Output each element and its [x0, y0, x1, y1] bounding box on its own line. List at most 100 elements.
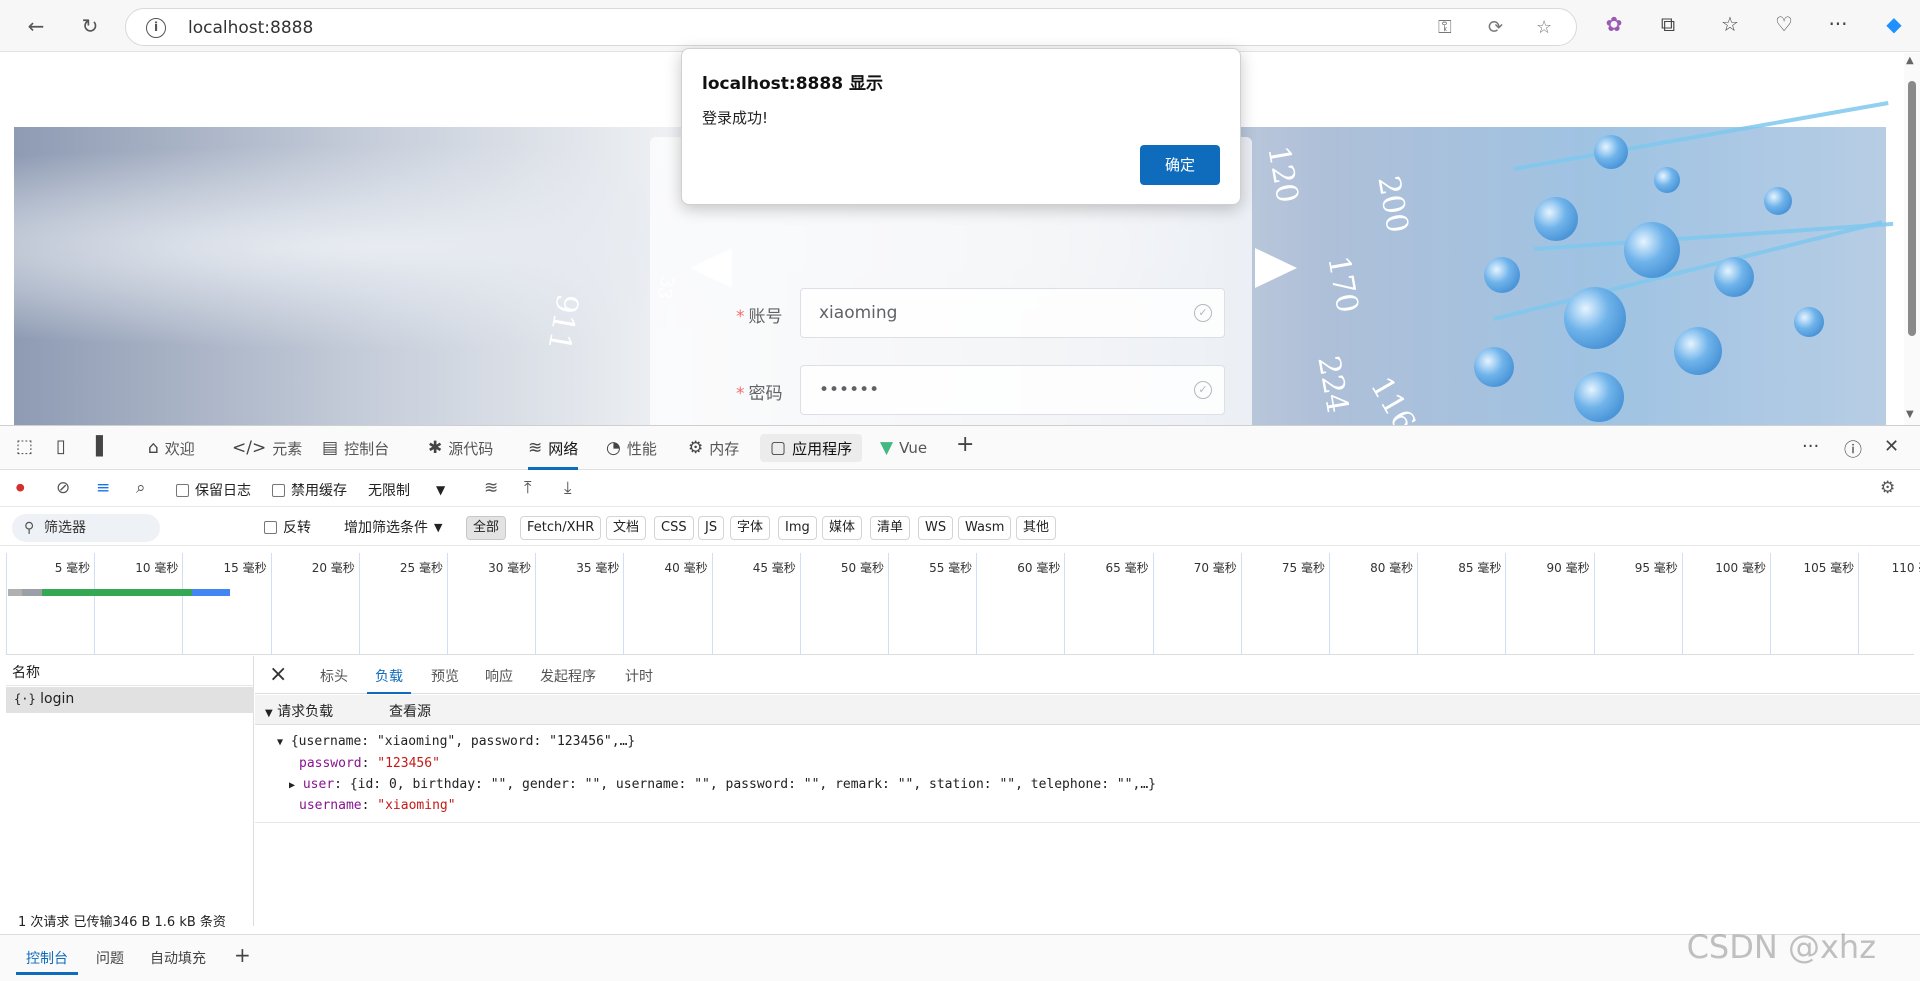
scroll-up-icon[interactable]: ▲ [1906, 55, 1914, 66]
carousel-right-arrow[interactable] [1255, 248, 1297, 288]
filter-toggle-icon[interactable]: ≡ [96, 478, 110, 498]
devtools-panel: ⬚ ▯ ▌ ⌂ 欢迎 </> 元素 ▤ 控制台 ✱ 源代码 ≋ 网络 ◔ 性能 ⚙ 内存 ▢ 应… [0, 425, 1920, 981]
filter-input[interactable]: ⚲ 筛选器 [12, 514, 160, 542]
network-conditions-icon[interactable]: ≋ [484, 478, 498, 498]
more-menu-icon[interactable]: ··· [1824, 12, 1852, 36]
translate-icon[interactable]: ⟳ [1488, 17, 1503, 38]
more-options-icon[interactable]: ··· [1802, 436, 1819, 457]
molecule-sphere [1794, 307, 1824, 337]
browser-toolbar: ← ↻ i localhost:8888 ⚿ ⟳ ☆ ✿ ⧉ ☆ ♡ ··· ◆ [0, 0, 1920, 52]
payload-summary[interactable]: ▼ {username: "xiaoming", password: "1234… [277, 734, 635, 749]
refresh-icon[interactable]: ↻ [76, 12, 104, 40]
preserve-log-checkbox[interactable]: 保留日志 [176, 480, 251, 500]
network-timeline-overview[interactable]: 110 毫秒 105 毫秒 100 毫秒 95 毫秒 90 毫秒 85 毫秒 80 毫秒 75… [6, 553, 1920, 655]
page-scrollbar[interactable]: ▲ ▼ [1904, 53, 1920, 425]
name-column-header[interactable]: 名称 [6, 656, 254, 686]
inspect-element-icon[interactable]: ⬚ [16, 436, 33, 457]
clear-icon[interactable]: ⊘ [56, 478, 70, 498]
filter-chip-css[interactable]: CSS [654, 516, 694, 540]
wifi-icon: ≋ [528, 438, 543, 458]
tab-memory[interactable]: ⚙ 内存 [688, 434, 739, 462]
more-filters-dropdown[interactable]: 增加筛选条件 ▼ [344, 517, 442, 537]
timeline-tick: 15 毫秒 [182, 553, 270, 655]
tab-response[interactable]: 响应 [485, 666, 513, 686]
health-icon[interactable]: ♡ [1770, 12, 1798, 36]
request-row-login[interactable]: {·} login [6, 687, 254, 713]
scroll-down-icon[interactable]: ▼ [1906, 409, 1914, 420]
site-info-icon[interactable]: i [146, 18, 166, 38]
throttle-select[interactable]: 无限制 ▼ [368, 480, 445, 500]
invert-checkbox[interactable]: 反转 [264, 517, 311, 537]
timeline-tick: 55 毫秒 [888, 553, 976, 655]
network-toolbar: ⏺ ⊘ ≡ ⌕ 保留日志 禁用缓存 无限制 ▼ ≋ ⤒ ⤓ ⚙ [0, 471, 1920, 507]
filter-chip-other[interactable]: 其他 [1016, 516, 1057, 540]
filter-chip-manifest[interactable]: 清单 [870, 516, 911, 540]
drawer-tab-autofill[interactable]: 自动填充 [150, 948, 206, 968]
tab-initiator[interactable]: 发起程序 [540, 666, 596, 686]
molecule-sphere [1594, 135, 1628, 169]
tab-elements[interactable]: </> 元素 [232, 434, 302, 462]
timeline-tick-label: 85 毫秒 [1458, 561, 1502, 575]
drawer-tab-console[interactable]: 控制台 [16, 948, 78, 975]
favorites-icon[interactable]: ☆ [1716, 12, 1744, 36]
dialog-ok-button[interactable]: 确定 [1140, 145, 1220, 185]
password-input[interactable]: •••••• ✓ [800, 365, 1225, 415]
help-icon[interactable]: ⓘ [1844, 436, 1862, 462]
copilot-icon[interactable]: ◆ [1880, 12, 1908, 36]
tab-sources[interactable]: ✱ 源代码 [428, 434, 493, 462]
tab-timing[interactable]: 计时 [625, 666, 653, 686]
import-har-icon[interactable]: ⤒ [524, 478, 532, 498]
drawer-tab-issues[interactable]: 问题 [96, 948, 124, 968]
record-icon[interactable]: ⏺ [16, 478, 25, 498]
molecule-sphere [1574, 372, 1624, 422]
tab-preview[interactable]: 预览 [431, 666, 459, 686]
filter-chip-media[interactable]: 媒体 [822, 516, 863, 540]
filter-chip-js[interactable]: JS [698, 516, 725, 540]
disable-cache-checkbox[interactable]: 禁用缓存 [272, 480, 347, 500]
tab-console[interactable]: ▤ 控制台 [322, 434, 389, 462]
filter-chip-img[interactable]: Img [778, 516, 817, 540]
filter-chip-doc[interactable]: 文档 [606, 516, 647, 540]
filter-chip-wasm[interactable]: Wasm [958, 516, 1012, 540]
close-detail-icon[interactable]: × [269, 662, 287, 687]
account-row: * 账号 xiaoming ✓ [650, 288, 1252, 338]
tab-headers[interactable]: 标头 [320, 666, 348, 686]
settings-gear-icon[interactable]: ⚙ [1880, 478, 1895, 498]
copilot-brain-icon[interactable]: ✿ [1600, 12, 1628, 36]
timeline-tick: 100 毫秒 [1681, 553, 1770, 655]
molecule-bond [1533, 221, 1894, 251]
filter-chip-ws[interactable]: WS [918, 516, 954, 540]
device-emulation-icon[interactable]: ▯ [56, 436, 66, 457]
tab-payload[interactable]: 负载 [367, 666, 411, 694]
add-tab-icon[interactable]: + [956, 432, 974, 457]
key-icon[interactable]: ⚿ [1438, 17, 1452, 38]
timeline-tick: 30 毫秒 [447, 553, 535, 655]
view-source-link[interactable]: 查看源 [389, 701, 431, 721]
tab-welcome[interactable]: ⌂ 欢迎 [148, 434, 195, 462]
timeline-tick-label: 60 毫秒 [1017, 561, 1061, 575]
dock-sidebar-icon[interactable]: ▌ [96, 436, 110, 457]
address-bar[interactable]: i localhost:8888 ⚿ ⟳ ☆ [125, 8, 1577, 46]
tab-network[interactable]: ≋ 网络 [528, 434, 579, 470]
tab-application[interactable]: ▢ 应用程序 [760, 434, 863, 462]
close-devtools-icon[interactable]: ✕ [1884, 436, 1899, 457]
payload-user[interactable]: ▶ user: {id: 0, birthday: "", gender: ""… [289, 777, 1156, 792]
filter-chip-font[interactable]: 字体 [730, 516, 771, 540]
banner-number: 170 [1320, 253, 1365, 316]
extensions-icon[interactable]: ⧉ [1654, 12, 1682, 36]
filter-chip-all[interactable]: 全部 [466, 516, 507, 540]
tab-vue[interactable]: ▼ Vue [880, 434, 927, 462]
filter-chip-fetch-xhr[interactable]: Fetch/XHR [520, 516, 602, 540]
timeline-tick-label: 5 毫秒 [54, 561, 91, 575]
molecule-sphere [1654, 167, 1680, 193]
search-icon[interactable]: ⌕ [136, 478, 146, 498]
tab-performance[interactable]: ◔ 性能 [606, 434, 657, 462]
scrollbar-thumb[interactable] [1908, 81, 1916, 336]
back-icon[interactable]: ← [22, 12, 50, 40]
favorite-star-icon[interactable]: ☆ [1536, 17, 1552, 38]
add-drawer-tab-icon[interactable]: + [234, 943, 251, 967]
timeline-tick: 70 毫秒 [1152, 553, 1241, 655]
request-payload-section-header[interactable]: ▼ 请求负载 查看源 [255, 695, 1920, 725]
account-input[interactable]: xiaoming ✓ [800, 288, 1225, 338]
export-har-icon[interactable]: ⤓ [564, 478, 572, 498]
